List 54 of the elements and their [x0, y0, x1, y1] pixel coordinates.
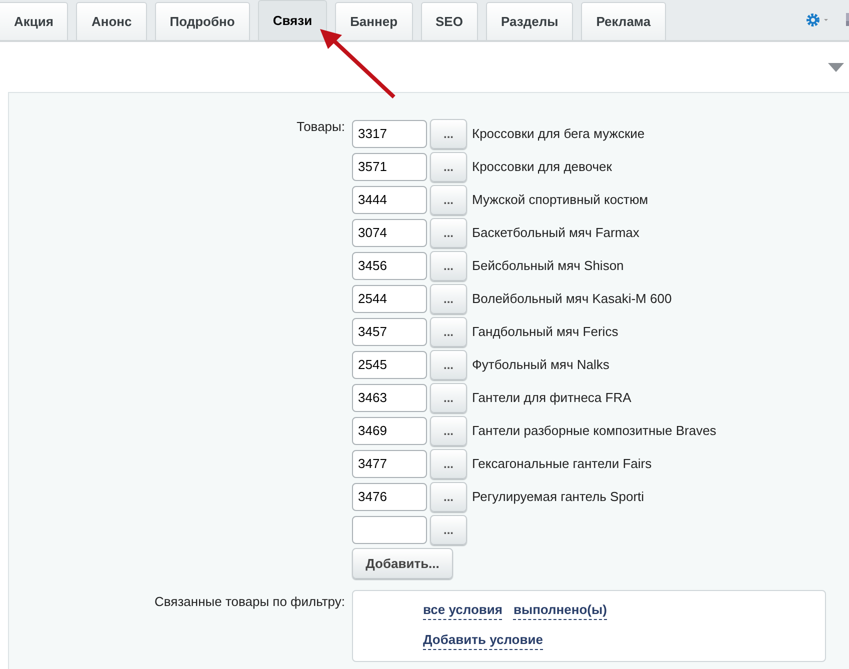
field-label: Связанные товары по фильтру: [154, 593, 345, 611]
browse-button[interactable]: ... [430, 184, 467, 214]
browse-button[interactable]: ... [430, 416, 467, 446]
browse-button[interactable]: ... [430, 218, 467, 248]
tab[interactable]: Анонс [76, 2, 147, 40]
browse-button[interactable]: ... [430, 514, 467, 544]
id-input[interactable]: 3317 [352, 120, 427, 148]
product-name: Гантели для фитнеса FRA [472, 390, 632, 405]
product-name: Мужской спортивный костюм [472, 192, 648, 207]
tab[interactable]: Подробно [154, 2, 250, 40]
id-input[interactable]: 3469 [352, 416, 427, 444]
browse-button[interactable]: ... [430, 118, 467, 148]
product-name: Регулируемая гантель Sporti [472, 489, 644, 504]
tab[interactable]: SEO [420, 2, 478, 40]
tab[interactable]: Разделы [486, 2, 574, 40]
product-name: Гексагональные гантели Fairs [472, 456, 652, 471]
product-name: Гантели разборные композитные Braves [472, 423, 716, 438]
product-name: Бейсбольный мяч Shison [472, 258, 624, 273]
add-button[interactable]: Добавить... [352, 548, 453, 579]
id-input[interactable]: 2544 [352, 284, 427, 312]
add-condition-link[interactable]: Добавить условие [423, 632, 543, 650]
browse-button[interactable]: ... [430, 152, 467, 182]
browse-button[interactable]: ... [430, 448, 467, 478]
id-input[interactable]: 3444 [352, 186, 427, 214]
product-name: Волейбольный мяч Kasaki-M 600 [472, 291, 672, 306]
tab[interactable]: Акция [0, 2, 68, 40]
id-input[interactable] [352, 516, 427, 544]
id-input[interactable]: 3456 [352, 252, 427, 280]
browse-button[interactable]: ... [430, 350, 467, 380]
id-input[interactable]: 3477 [352, 450, 427, 478]
product-name: Гандбольный мяч Ferics [472, 324, 618, 339]
collapse-triangle-icon[interactable] [828, 62, 844, 72]
product-name: Баскетбольный мяч Farmax [472, 225, 640, 240]
tab[interactable]: Реклама [581, 2, 666, 40]
tab[interactable]: Баннер [335, 2, 413, 40]
browse-button[interactable]: ... [430, 284, 467, 314]
product-name: Футбольный мяч Nalks [472, 357, 610, 372]
field-label: Товары: [296, 118, 345, 136]
condition-link[interactable]: все условия [423, 602, 502, 620]
tab[interactable]: Связи [258, 0, 328, 40]
browse-button[interactable]: ... [430, 316, 467, 346]
settings-icon[interactable] [806, 13, 830, 27]
id-input[interactable]: 3476 [352, 482, 427, 510]
id-input[interactable]: 2545 [352, 350, 427, 378]
id-input[interactable]: 3571 [352, 152, 427, 180]
id-input[interactable]: 3463 [352, 384, 427, 412]
product-name: Кроссовки для бега мужские [472, 126, 645, 141]
id-input[interactable]: 3457 [352, 318, 427, 346]
condition-link[interactable]: выполнено(ы) [513, 602, 607, 620]
browse-button[interactable]: ... [430, 250, 467, 280]
browse-button[interactable]: ... [430, 382, 467, 412]
id-input[interactable]: 3074 [352, 218, 427, 246]
browse-button[interactable]: ... [430, 482, 467, 512]
product-name: Кроссовки для девочек [472, 159, 612, 174]
